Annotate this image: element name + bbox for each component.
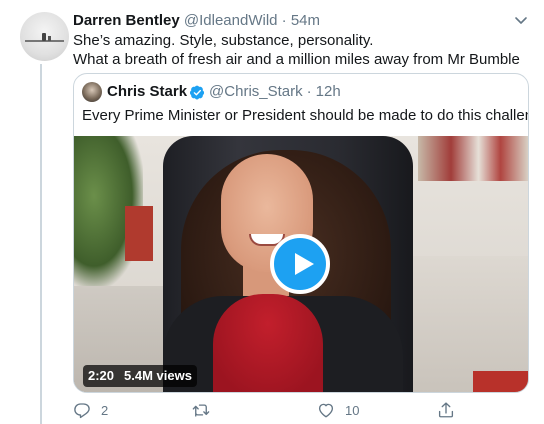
quoted-header-separator: · <box>306 83 312 100</box>
video-stats-badge: 2:20 5.4M views <box>83 365 197 387</box>
tweet-actions: 2 10 <box>73 400 529 420</box>
quoted-tweet-header: Chris Stark @Chris_Stark · 12h <box>82 82 341 102</box>
share-button[interactable] <box>437 400 455 420</box>
avatar-figure <box>42 33 46 41</box>
author-name[interactable]: Darren Bentley <box>73 12 180 29</box>
author-avatar[interactable] <box>20 12 69 61</box>
reply-button[interactable]: 2 <box>73 400 108 420</box>
chevron-down-icon[interactable] <box>514 13 528 27</box>
reply-icon <box>74 403 90 419</box>
play-icon <box>295 253 314 275</box>
quoted-author-avatar[interactable] <box>82 82 102 102</box>
share-icon <box>438 402 454 418</box>
like-button[interactable]: 10 <box>317 400 359 420</box>
thread-line <box>40 64 42 424</box>
author-handle[interactable]: @IdleandWild <box>184 12 278 29</box>
quoted-tweet-text: Every Prime Minister or President should… <box>82 107 529 124</box>
tweet-time[interactable]: 54m <box>291 12 320 29</box>
like-count: 10 <box>345 402 360 418</box>
heart-icon <box>318 403 334 418</box>
quoted-author-handle[interactable]: @Chris_Stark <box>209 82 303 102</box>
tweet-header: Darren Bentley @IdleandWild · 54m <box>73 11 320 31</box>
avatar-figure-small <box>48 36 51 41</box>
quoted-tweet-time[interactable]: 12h <box>316 82 341 102</box>
tweet[interactable]: Darren Bentley @IdleandWild · 54m She’s … <box>0 0 544 424</box>
video-player[interactable]: 2:20 5.4M views <box>74 136 528 392</box>
quoted-tweet-card[interactable]: Chris Stark @Chris_Stark · 12h Every Pri… <box>73 73 529 393</box>
play-button[interactable] <box>270 234 330 294</box>
quoted-author-name[interactable]: Chris Stark <box>107 82 187 102</box>
retweet-icon <box>192 404 210 417</box>
video-view-count: 5.4M views <box>124 368 192 383</box>
retweet-button[interactable] <box>191 400 211 420</box>
tweet-text-line: She’s amazing. Style, substance, persona… <box>73 32 374 49</box>
verified-badge-icon <box>190 85 205 99</box>
tweet-text: She’s amazing. Style, substance, persona… <box>73 31 528 69</box>
reply-count: 2 <box>101 402 109 418</box>
header-separator: · <box>281 12 287 29</box>
video-duration: 2:20 <box>88 368 115 383</box>
tweet-text-line: What a breath of fresh air and a million… <box>73 51 520 68</box>
